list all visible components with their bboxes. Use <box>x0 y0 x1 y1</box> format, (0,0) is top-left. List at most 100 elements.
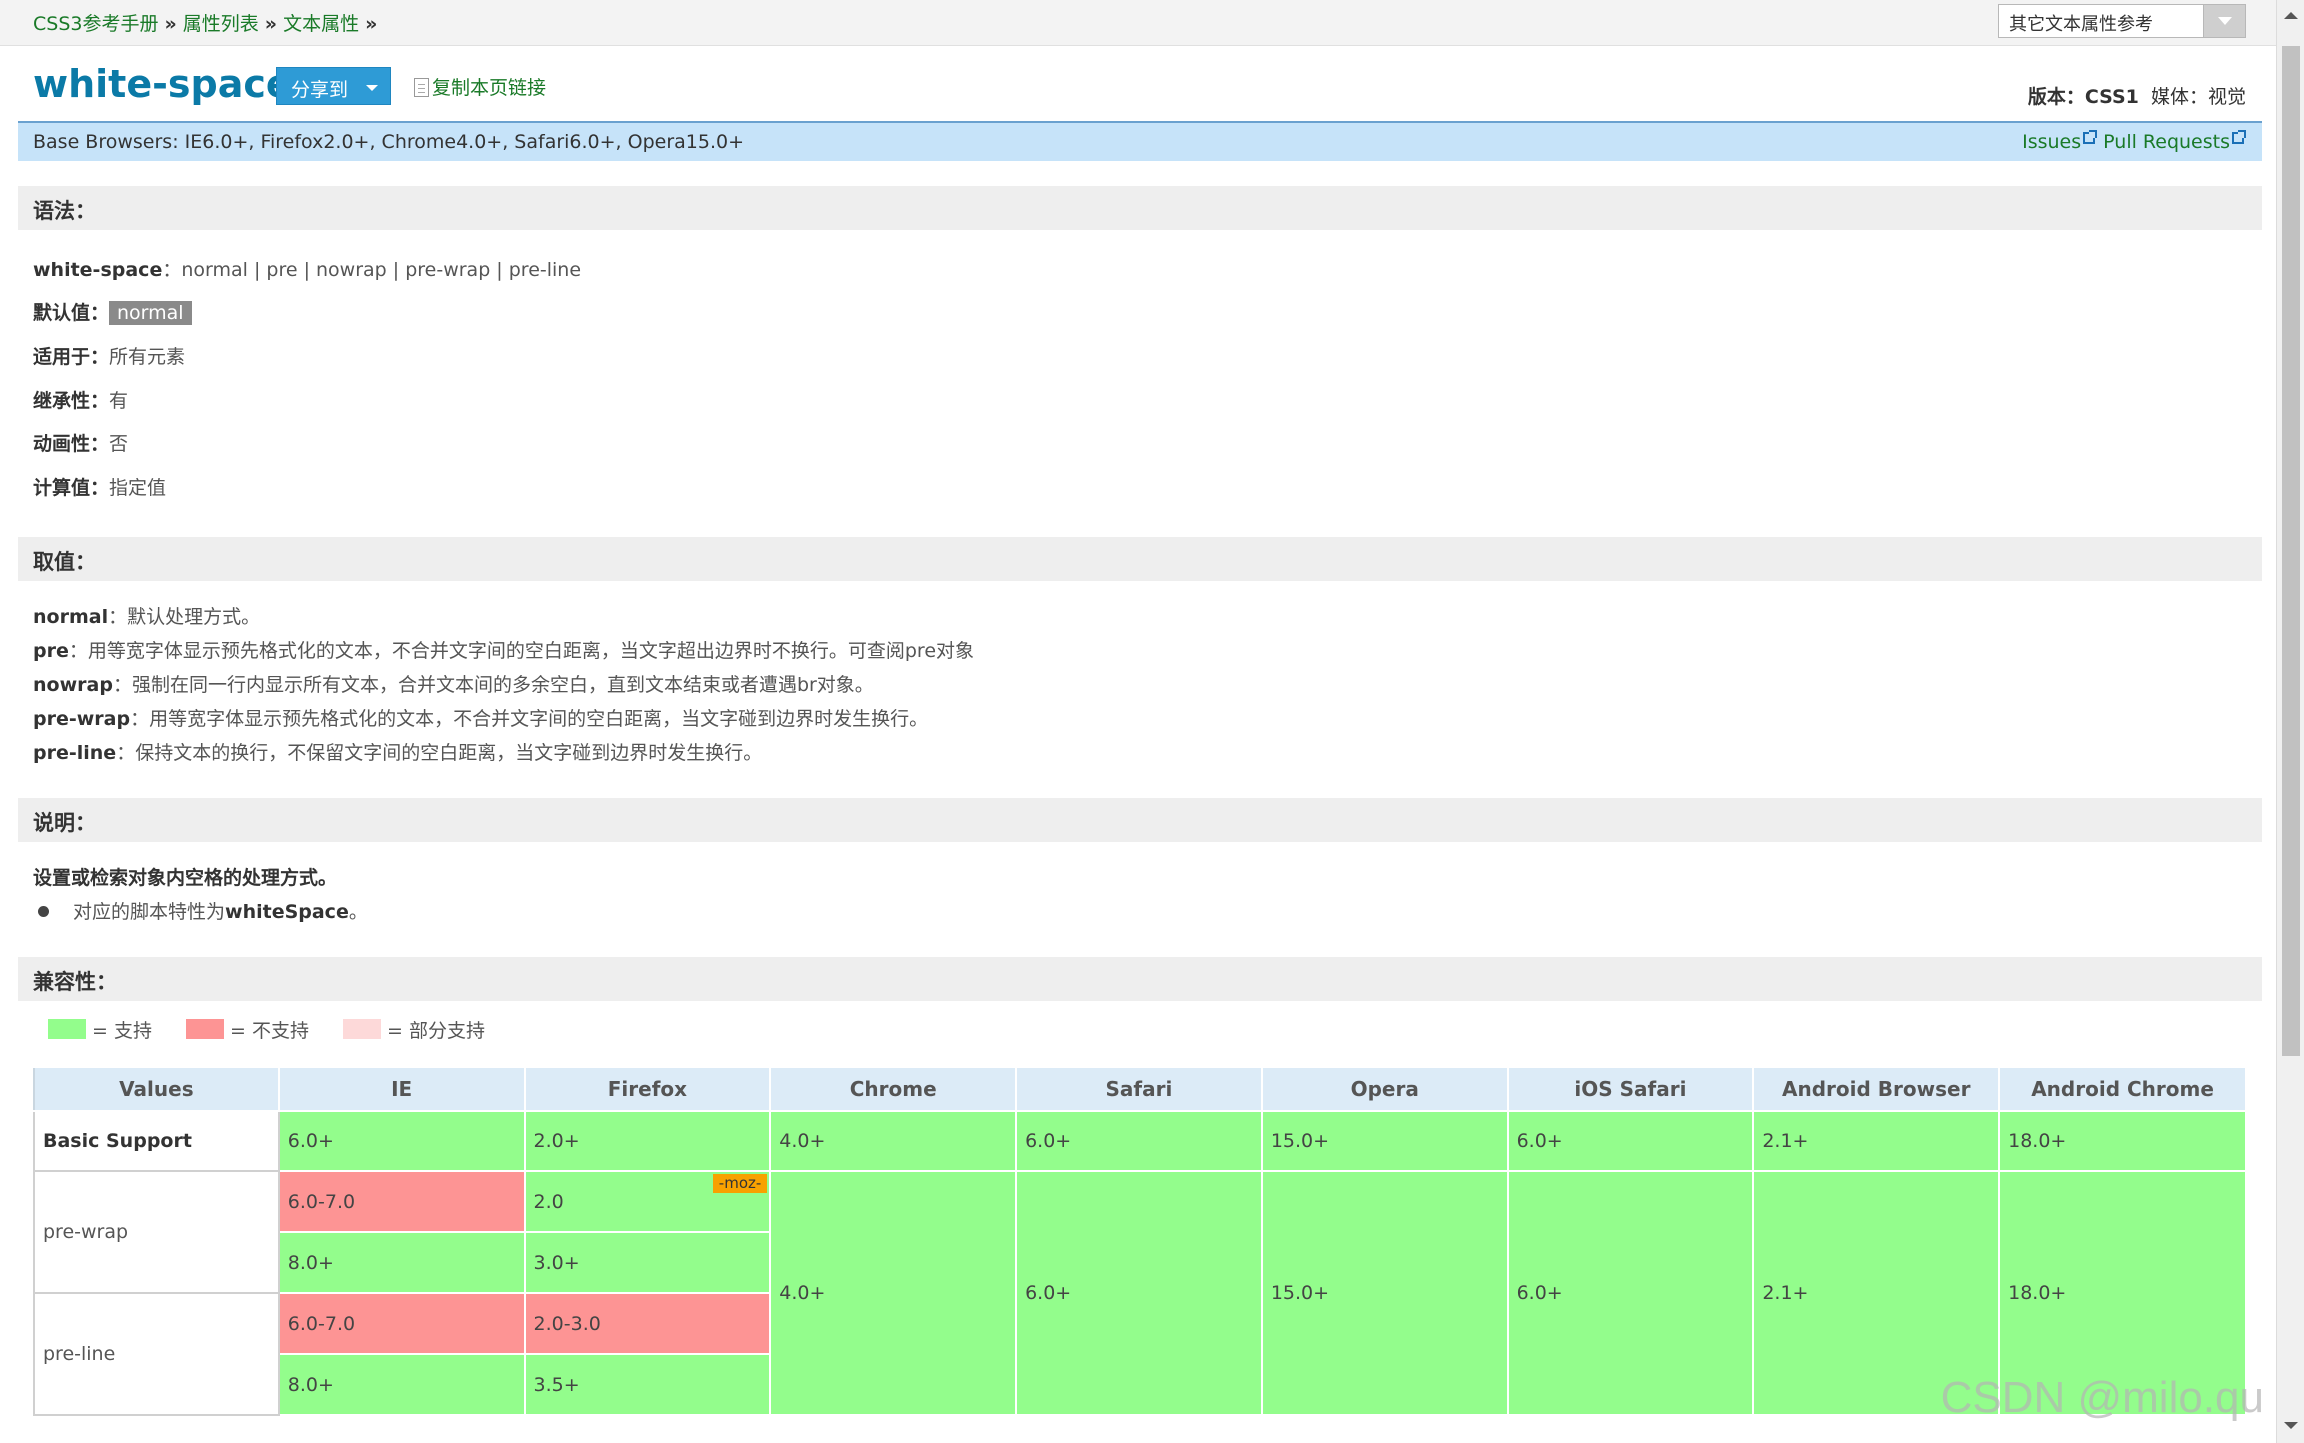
legend-label: = 不支持 <box>230 1020 309 1042</box>
external-link-icon <box>2083 130 2098 144</box>
compat-cell: 15.0+ <box>1260 1110 1509 1172</box>
value-name: pre-line <box>33 742 117 764</box>
syntax-property: white-space <box>33 259 163 281</box>
watermark: CSDN @milo.qu <box>1940 1373 2264 1422</box>
column-header: Firefox <box>523 1066 772 1112</box>
inherited-line: 继承性：有 <box>33 386 128 413</box>
compatibility-heading: 兼容性： <box>18 957 2262 1001</box>
version-label: 版本： <box>2027 86 2085 108</box>
value-item: pre-line：保持文本的换行，不保留文字间的空白距离，当文字碰到边界时发生换… <box>33 738 762 765</box>
table-row: Basic Support 6.0+ 2.0+ 4.0+ 6.0+ 15.0+ … <box>33 1110 2247 1172</box>
bullet-bold: whiteSpace <box>225 901 349 923</box>
base-browsers-bar: Base Browsers: IE6.0+, Firefox2.0+, Chro… <box>18 123 2262 161</box>
breadcrumb-separator: » <box>164 13 177 35</box>
compat-cell: 15.0+ <box>1260 1170 1509 1416</box>
compat-cell: 6.0-7.0 <box>277 1292 526 1355</box>
legend-partial: = 部分支持 <box>343 1019 485 1042</box>
value-name: nowrap <box>33 674 113 696</box>
computed-line: 计算值：指定值 <box>33 473 166 500</box>
breadcrumb-text-properties[interactable]: 文本属性 <box>283 13 359 35</box>
animatable-line: 动画性：否 <box>33 429 128 456</box>
computed-label: 计算值： <box>33 477 110 499</box>
animatable-value: 否 <box>109 433 129 455</box>
value-desc: ：保持文本的换行，不保留文字间的空白距离，当文字碰到边界时发生换行。 <box>116 742 763 764</box>
compat-cell: 2.1+ <box>1752 1110 2001 1172</box>
value-desc: ：强制在同一行内显示所有文本，合并文本间的多余空白，直到文本结束或者遭遇br对象… <box>112 674 874 696</box>
compat-cell: 6.0+ <box>1506 1170 1755 1416</box>
page-title: white-space <box>33 62 292 106</box>
column-header: Android Browser <box>1752 1066 2001 1112</box>
vertical-scrollbar[interactable] <box>2276 0 2304 1443</box>
base-browsers-text: Base Browsers: IE6.0+, Firefox2.0+, Chro… <box>33 131 745 153</box>
default-value-line: 默认值： normal <box>33 298 192 325</box>
row-label: Basic Support <box>33 1110 280 1172</box>
breadcrumb-css3-manual[interactable]: CSS3参考手册 <box>33 13 158 35</box>
description-heading: 说明： <box>18 798 2262 842</box>
legend-supported: = 支持 <box>48 1019 152 1042</box>
breadcrumb-property-list[interactable]: 属性列表 <box>183 13 259 35</box>
compatibility-table: Values IE Firefox Chrome Safari Opera iO… <box>33 1066 2247 1416</box>
compat-cell: 6.0-7.0 <box>277 1170 526 1233</box>
breadcrumb-separator: » <box>264 13 278 35</box>
top-bar: CSS3参考手册» 属性列表» 文本属性» 其它文本属性参考 <box>0 0 2276 46</box>
compat-cell: 6.0+ <box>1015 1170 1263 1416</box>
compat-cell: 2.0-3.0 <box>523 1292 772 1355</box>
compat-cell: 6.0+ <box>277 1110 526 1172</box>
breadcrumb-separator: » <box>365 13 378 35</box>
bullet-suffix: 。 <box>348 901 368 923</box>
value-name: pre-wrap <box>33 708 131 730</box>
scroll-up-arrow-icon[interactable] <box>2277 0 2304 28</box>
compat-cell: 8.0+ <box>277 1231 526 1294</box>
default-value-badge: normal <box>109 301 192 325</box>
breadcrumb: CSS3参考手册» 属性列表» 文本属性» <box>33 9 383 36</box>
external-link-icon <box>2232 130 2246 144</box>
row-label: pre-line <box>33 1292 280 1416</box>
compat-cell-text: 2.0 <box>533 1190 564 1213</box>
value-item: nowrap：强制在同一行内显示所有文本，合并文本间的多余空白，直到文本结束或者… <box>33 670 874 697</box>
compat-cell: 2.0+ <box>523 1110 772 1172</box>
copy-page-link[interactable]: 复制本页链接 <box>414 73 546 100</box>
syntax-heading: 语法： <box>18 186 2262 230</box>
scroll-down-arrow-icon[interactable] <box>2277 1410 2304 1440</box>
legend-swatch-red <box>186 1019 225 1039</box>
copy-link-label: 复制本页链接 <box>432 77 547 99</box>
column-header: Chrome <box>769 1066 1018 1112</box>
moz-prefix-badge: -moz- <box>712 1174 768 1193</box>
scrollbar-thumb[interactable] <box>2282 46 2300 1056</box>
column-header: Opera <box>1260 1066 1509 1112</box>
bullet-icon <box>38 906 49 917</box>
column-header: iOS Safari <box>1506 1066 1755 1112</box>
applies-label: 适用于： <box>33 346 110 368</box>
chevron-down-icon[interactable] <box>2203 5 2245 37</box>
compat-cell: 3.5+ <box>523 1353 772 1416</box>
computed-value: 指定值 <box>109 477 167 499</box>
other-properties-select[interactable]: 其它文本属性参考 <box>1998 4 2246 38</box>
animatable-label: 动画性： <box>33 433 110 455</box>
issues-link[interactable]: Issues <box>2022 131 2081 153</box>
value-desc: ：用等宽字体显示预先格式化的文本，不合并文字间的空白距离，当文字超出边界时不换行… <box>68 640 975 662</box>
share-button-label: 分享到 <box>291 79 349 101</box>
repo-links: Issues Pull Requests <box>2022 130 2246 153</box>
syntax-values: ：normal | pre | nowrap | pre-wrap | pre-… <box>162 259 582 281</box>
compat-cell: 8.0+ <box>277 1353 526 1416</box>
legend-unsupported: = 不支持 <box>186 1019 309 1042</box>
document-icon <box>414 78 429 97</box>
compat-cell: 3.0+ <box>523 1231 772 1294</box>
compat-cell: 4.0+ <box>769 1110 1018 1172</box>
media-label: 媒体： <box>2150 86 2208 108</box>
value-desc: ：默认处理方式。 <box>108 606 261 628</box>
column-header: IE <box>277 1066 526 1112</box>
column-header: Android Chrome <box>1998 1066 2247 1112</box>
value-desc: ：用等宽字体显示预先格式化的文本，不合并文字间的空白距离，当文字碰到边界时发生换… <box>130 708 929 730</box>
pull-requests-link[interactable]: Pull Requests <box>2103 131 2230 153</box>
inherited-value: 有 <box>109 390 129 412</box>
legend-swatch-green <box>48 1019 86 1039</box>
applies-to-line: 适用于：所有元素 <box>33 342 185 369</box>
compat-legend: = 支持 = 不支持 = 部分支持 <box>48 1016 513 1043</box>
share-button[interactable]: 分享到 <box>276 67 391 105</box>
compat-cell: 2.0 -moz- <box>523 1170 772 1233</box>
value-item: pre：用等宽字体显示预先格式化的文本，不合并文字间的空白距离，当文字超出边界时… <box>33 636 974 663</box>
version-value: CSS1 <box>2084 86 2139 108</box>
syntax-line: white-space：normal | pre | nowrap | pre-… <box>33 255 581 282</box>
value-item: normal：默认处理方式。 <box>33 602 260 629</box>
